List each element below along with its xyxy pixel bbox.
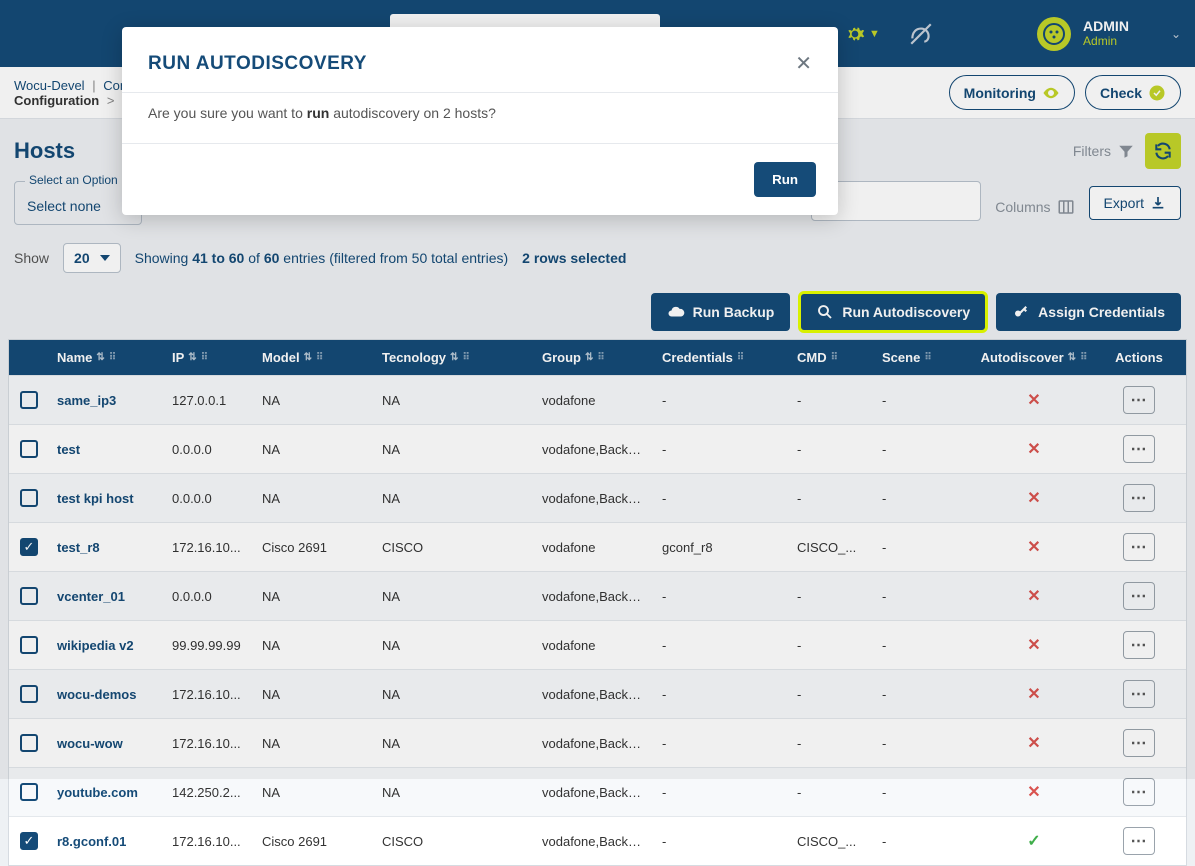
row-checkbox[interactable] (20, 783, 38, 801)
host-scene: - (882, 785, 886, 800)
host-model: Cisco 2691 (262, 834, 327, 849)
modal-run-button[interactable]: Run (754, 162, 816, 197)
row-checkbox[interactable]: ✓ (20, 832, 38, 850)
close-icon[interactable]: ✕ (795, 51, 812, 76)
host-credentials: - (662, 785, 666, 800)
row-actions-button[interactable]: ⋯ (1123, 827, 1155, 855)
host-cmd: CISCO_... (797, 834, 856, 849)
host-group: vodafone,Backb... (542, 834, 646, 849)
host-tecnology: CISCO (382, 834, 423, 849)
modal-run-label: Run (772, 172, 798, 187)
host-name-link[interactable]: r8.gconf.01 (57, 834, 126, 849)
check-icon: ✓ (1027, 831, 1040, 851)
host-ip: 172.16.10... (172, 834, 241, 849)
host-group: vodafone,Backb... (542, 785, 646, 800)
autodiscovery-modal: RUN AUTODISCOVERY ✕ Are you sure you wan… (122, 27, 838, 215)
modal-title: RUN AUTODISCOVERY (148, 53, 367, 75)
row-actions-button[interactable]: ⋯ (1123, 778, 1155, 806)
host-ip: 142.250.2... (172, 785, 241, 800)
host-name-link[interactable]: youtube.com (57, 785, 138, 800)
host-credentials: - (662, 834, 666, 849)
host-model: NA (262, 785, 280, 800)
x-icon: ✕ (1027, 782, 1040, 802)
host-cmd: - (797, 785, 801, 800)
modal-body: Are you sure you want to run autodiscove… (122, 92, 838, 144)
table-row: ✓ r8.gconf.01 172.16.10... Cisco 2691 CI… (9, 816, 1186, 865)
host-tecnology: NA (382, 785, 400, 800)
host-scene: - (882, 834, 886, 849)
